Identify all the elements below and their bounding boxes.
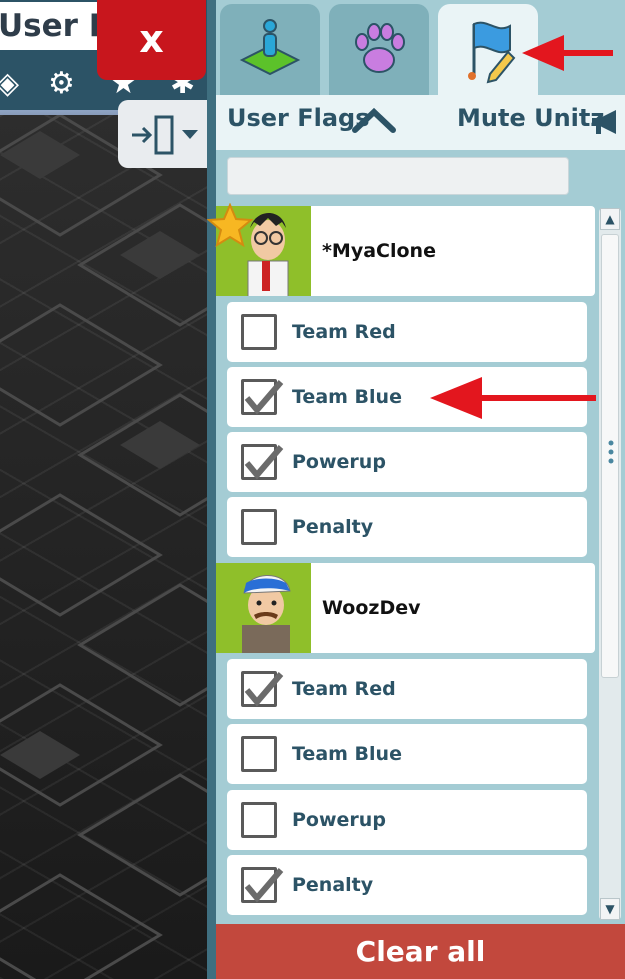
annotation-arrow-icon (522, 35, 613, 71)
tab-pets[interactable] (329, 4, 429, 96)
grip-icon (608, 440, 614, 464)
flag-label: Powerup (292, 809, 386, 831)
chevron-up-icon[interactable] (349, 106, 399, 136)
tab-room-users[interactable] (220, 4, 320, 96)
team-red-checkbox[interactable] (241, 671, 284, 707)
checkmark-icon (244, 445, 284, 480)
scroll-up-button[interactable]: ▲ (600, 208, 620, 230)
avatar (216, 563, 311, 653)
isometric-floor[interactable] (0, 115, 207, 979)
flag-label: Team Red (292, 321, 396, 343)
flag-label: Team Blue (292, 743, 402, 765)
user-avatar-image (242, 575, 291, 653)
user-row[interactable]: WoozDev (216, 563, 595, 653)
game-viewport[interactable]: User Fla ◈ ⚙ ★ ✱ (0, 0, 207, 979)
flag-label: Powerup (292, 451, 386, 473)
penalty-checkbox[interactable] (241, 867, 284, 903)
flag-row[interactable]: Penalty (227, 855, 587, 915)
panel-border (207, 0, 216, 979)
megaphone-icon[interactable] (588, 108, 622, 136)
star-badge-icon (207, 203, 253, 247)
floor-tiles (0, 115, 207, 979)
close-button[interactable]: x (97, 0, 206, 80)
annotation-arrow-icon (430, 377, 596, 419)
team-red-checkbox[interactable] (241, 314, 277, 350)
user-name: WoozDev (322, 597, 421, 619)
flag-label: Team Blue (292, 386, 402, 408)
clear-all-button[interactable]: Clear all (216, 924, 625, 979)
room-user-icon (239, 19, 301, 76)
checkmark-icon (244, 380, 284, 415)
powerup-checkbox[interactable] (241, 444, 284, 480)
powerup-checkbox[interactable] (241, 802, 277, 838)
eye-icon[interactable]: ◈ (0, 66, 19, 101)
flag-row[interactable]: Team Blue (227, 724, 587, 784)
flag-row[interactable]: Powerup (227, 432, 587, 492)
mute-units-label[interactable]: Mute Unitz (457, 104, 604, 132)
user-search-input[interactable] (227, 157, 569, 195)
dock-panel-button[interactable] (118, 100, 207, 168)
flag-label: Team Red (292, 678, 396, 700)
user-row[interactable]: *MyaClone (216, 206, 595, 296)
team-blue-checkbox[interactable] (241, 736, 277, 772)
flag-label: Penalty (292, 874, 374, 896)
flag-row[interactable]: Team Red (227, 659, 587, 719)
user-name: *MyaClone (322, 240, 436, 262)
checkmark-icon (244, 868, 284, 903)
paw-icon (355, 23, 405, 73)
scroll-down-button[interactable]: ▼ (600, 898, 620, 920)
penalty-checkbox[interactable] (241, 509, 277, 545)
team-blue-checkbox[interactable] (241, 379, 284, 415)
flag-row[interactable]: Powerup (227, 790, 587, 850)
gear-icon[interactable]: ⚙ (48, 66, 75, 101)
flag-row[interactable]: Penalty (227, 497, 587, 557)
checkmark-icon (244, 672, 284, 707)
dock-icon (132, 115, 198, 154)
flag-row[interactable]: Team Red (227, 302, 587, 362)
flag-label: Penalty (292, 516, 374, 538)
